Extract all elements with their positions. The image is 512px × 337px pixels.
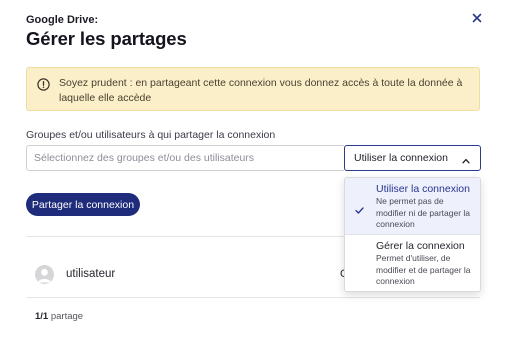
option-title: Utiliser la connexion bbox=[376, 183, 470, 195]
share-count: 1/1 partage bbox=[35, 311, 83, 322]
option-title: Gérer la connexion bbox=[376, 240, 465, 252]
close-icon[interactable] bbox=[469, 10, 485, 26]
permission-select-value: Utiliser la connexion bbox=[354, 152, 448, 164]
search-input[interactable] bbox=[26, 145, 344, 171]
option-description: Ne permet pas de modifier ni de partager… bbox=[376, 196, 471, 229]
warning-banner: Soyez prudent : en partageant cette conn… bbox=[26, 67, 480, 111]
checkmark-icon bbox=[355, 201, 364, 214]
permission-select[interactable]: Utiliser la connexion bbox=[344, 145, 481, 171]
permission-dropdown-menu: Utiliser la connexion Ne permet pas de m… bbox=[344, 177, 481, 292]
option-description: Permet d'utiliser, de modifier et de par… bbox=[376, 253, 471, 286]
share-connection-button[interactable]: Partager la connexion bbox=[26, 193, 140, 216]
user-name: utilisateur bbox=[66, 268, 116, 280]
modal-subtitle: Google Drive: bbox=[26, 14, 99, 26]
divider bbox=[26, 297, 480, 298]
avatar bbox=[35, 265, 54, 284]
modal-title: Gérer les partages bbox=[26, 28, 187, 49]
alert-circle-icon bbox=[37, 78, 50, 91]
option-manage-connection[interactable]: Gérer la connexion Permet d'utiliser, de… bbox=[345, 235, 480, 291]
share-count-label: partage bbox=[48, 311, 84, 322]
warning-text: Soyez prudent : en partageant cette conn… bbox=[59, 77, 463, 104]
share-count-value: 1/1 bbox=[35, 311, 49, 322]
share-target-label: Groupes et/ou utilisateurs à qui partage… bbox=[26, 129, 276, 141]
option-use-connection[interactable]: Utiliser la connexion Ne permet pas de m… bbox=[345, 178, 480, 234]
chevron-up-icon bbox=[462, 155, 470, 164]
